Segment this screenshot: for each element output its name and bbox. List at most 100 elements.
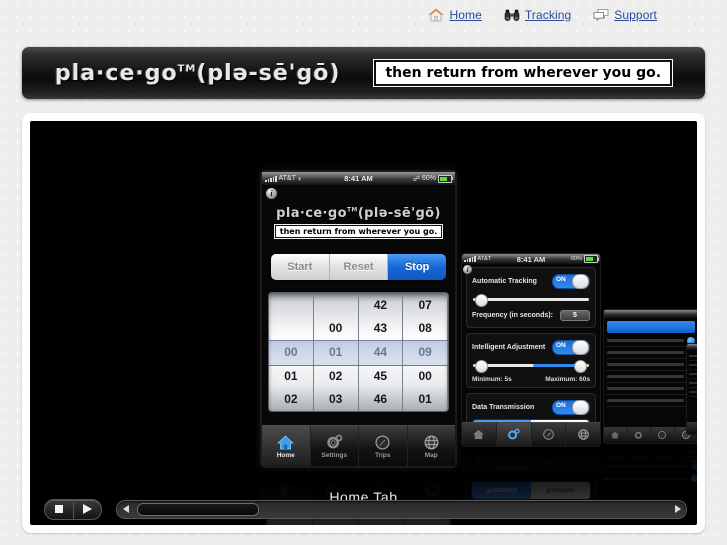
data-transmission-toggle[interactable]: ON [552,400,590,415]
nav-item-home-label: Home [449,8,482,22]
battery-percent-label: 60% [571,256,583,262]
tab-trips[interactable] [651,427,675,443]
stop-button[interactable] [45,499,74,519]
minimum-slider-knob[interactable] [475,360,488,373]
intelligent-adjustment-toggle-value: ON [556,342,566,349]
house-icon [428,7,445,23]
tab-trips[interactable] [532,423,567,446]
time-picker[interactable]: 00 01 02 00 01 02 03 42 43 44 45 46 07 0… [268,292,449,412]
picker-cell: 02 [284,392,298,407]
nav-item-support-label: Support [614,8,657,22]
info-button[interactable]: i [266,188,277,199]
tab-settings[interactable] [496,423,532,446]
phone-main-tabbar: Home Settings Trips Map [262,425,455,466]
info-button[interactable]: i [463,265,472,274]
battery-icon [584,255,600,263]
play-button[interactable] [74,500,102,519]
timeline-scrollbar[interactable] [116,499,687,519]
picker-cell: 01 [284,368,298,383]
automatic-tracking-toggle[interactable]: ON [552,274,590,289]
maximum-slider-knob[interactable] [574,360,587,373]
list-item[interactable] [607,371,695,383]
phone-main-statusbar: AT&T ◐ 8:41 AM ☍ 60% [262,172,455,185]
frequency-value[interactable]: 5 [560,310,590,321]
tab-trips[interactable]: Trips [359,426,408,466]
picker-column-3[interactable]: 07 08 09 00 01 [403,293,448,411]
page-root: Home Tracking Support pla·ce·goTM(plə-sē… [0,0,727,545]
scrollbar-thumb[interactable] [137,502,259,516]
automatic-tracking-label: Automatic Tracking [472,278,537,285]
tab-trips-label: Trips [374,451,391,459]
data-transmission-toggle-value: ON [556,402,566,409]
list-item[interactable] [689,352,697,361]
phone-3-selected-row [607,321,695,333]
tab-settings[interactable]: Settings [311,426,359,466]
list-item[interactable] [607,347,695,359]
nav-item-tracking[interactable]: Tracking [504,7,571,23]
picker-cell: 01 [418,392,432,407]
picker-cell: 07 [418,297,432,312]
picker-cell: 00 [418,368,432,383]
frequency-slider[interactable] [473,294,589,307]
player-controls [30,493,697,525]
chevron-right-icon [674,505,681,513]
banner-fineprint: placego is a registered trademark. all r… [30,93,294,98]
stop-button[interactable]: Stop [388,254,446,280]
picker-cell [314,293,358,317]
phone-carousel-3[interactable] [603,309,697,444]
tab-map-label: Map [424,451,438,459]
phone-4-tabbar [687,422,697,434]
picker-column-0[interactable]: 00 01 02 [269,293,314,411]
nav-item-tracking-label: Tracking [524,8,572,22]
phone-settings: AT&T 8:41 AM 60% i Automatic Tracking ON… [461,253,601,447]
tab-settings[interactable] [628,427,651,443]
phone-settings-statusbar: AT&T 8:41 AM 60% [462,254,600,264]
minimum-maximum-slider[interactable] [473,360,589,373]
nav-item-home[interactable]: Home [428,7,482,23]
list-item[interactable] [689,370,697,379]
frequency-slider-knob[interactable] [475,294,488,307]
tab-home[interactable] [462,423,497,446]
start-button[interactable]: Start [271,254,330,280]
scroll-right-button[interactable] [669,501,686,518]
top-navigation: Home Tracking Support [0,0,727,30]
picker-column-1[interactable]: 00 01 02 03 [314,293,359,411]
scrollbar-track[interactable] [134,501,669,518]
media-panel: AT&T ◐ 8:41 AM ☍ 60% i pla·ce·goTM(plə-s [22,113,705,533]
chevron-left-icon [122,505,129,513]
brand-tagline: then return from wherever you go. [373,59,674,87]
picker-column-2[interactable]: 42 43 44 45 46 [359,293,404,411]
intelligent-adjustment-group: Intelligent Adjustment ON Minimum: 5s Ma… [466,333,596,388]
automatic-tracking-toggle-value: ON [556,276,566,283]
phone-main-pronunciation: (plə-sē'gō) [357,206,441,221]
list-item[interactable] [689,361,697,370]
reset-button[interactable]: Reset [329,254,389,280]
video-stage[interactable]: AT&T ◐ 8:41 AM ☍ 60% i pla·ce·goTM(plə-s [30,121,697,525]
nav-item-support[interactable]: Support [593,7,657,23]
list-item[interactable] [689,388,697,397]
wifi-icon: ◐ [297,173,303,183]
list-item[interactable] [607,395,695,407]
tab-home[interactable] [687,422,697,434]
tab-home[interactable]: Home [262,426,311,466]
intelligent-adjustment-toggle[interactable]: ON [552,340,590,355]
list-item[interactable] [607,335,695,347]
gear-icon [326,434,343,451]
scroll-left-button[interactable] [117,501,134,518]
tab-settings-label: Settings [321,451,348,459]
picker-cell: 02 [328,368,343,383]
phone-settings-tabbar [462,422,600,446]
picker-cell: 03 [328,392,343,407]
tab-map[interactable] [566,423,600,446]
list-item[interactable] [607,359,695,371]
bluetooth-icon: ☍ [412,175,420,183]
picker-cell [269,317,313,341]
list-item[interactable] [607,383,695,395]
minimum-label: Minimum: 5s [472,376,512,383]
tab-map[interactable]: Map [408,426,456,466]
list-item[interactable] [689,379,697,388]
phone-main-trademark: TM [346,206,358,214]
automatic-tracking-group: Automatic Tracking ON Frequency (in seco… [466,267,596,328]
phone-carousel-4[interactable] [686,343,697,435]
tab-home[interactable] [604,427,628,443]
